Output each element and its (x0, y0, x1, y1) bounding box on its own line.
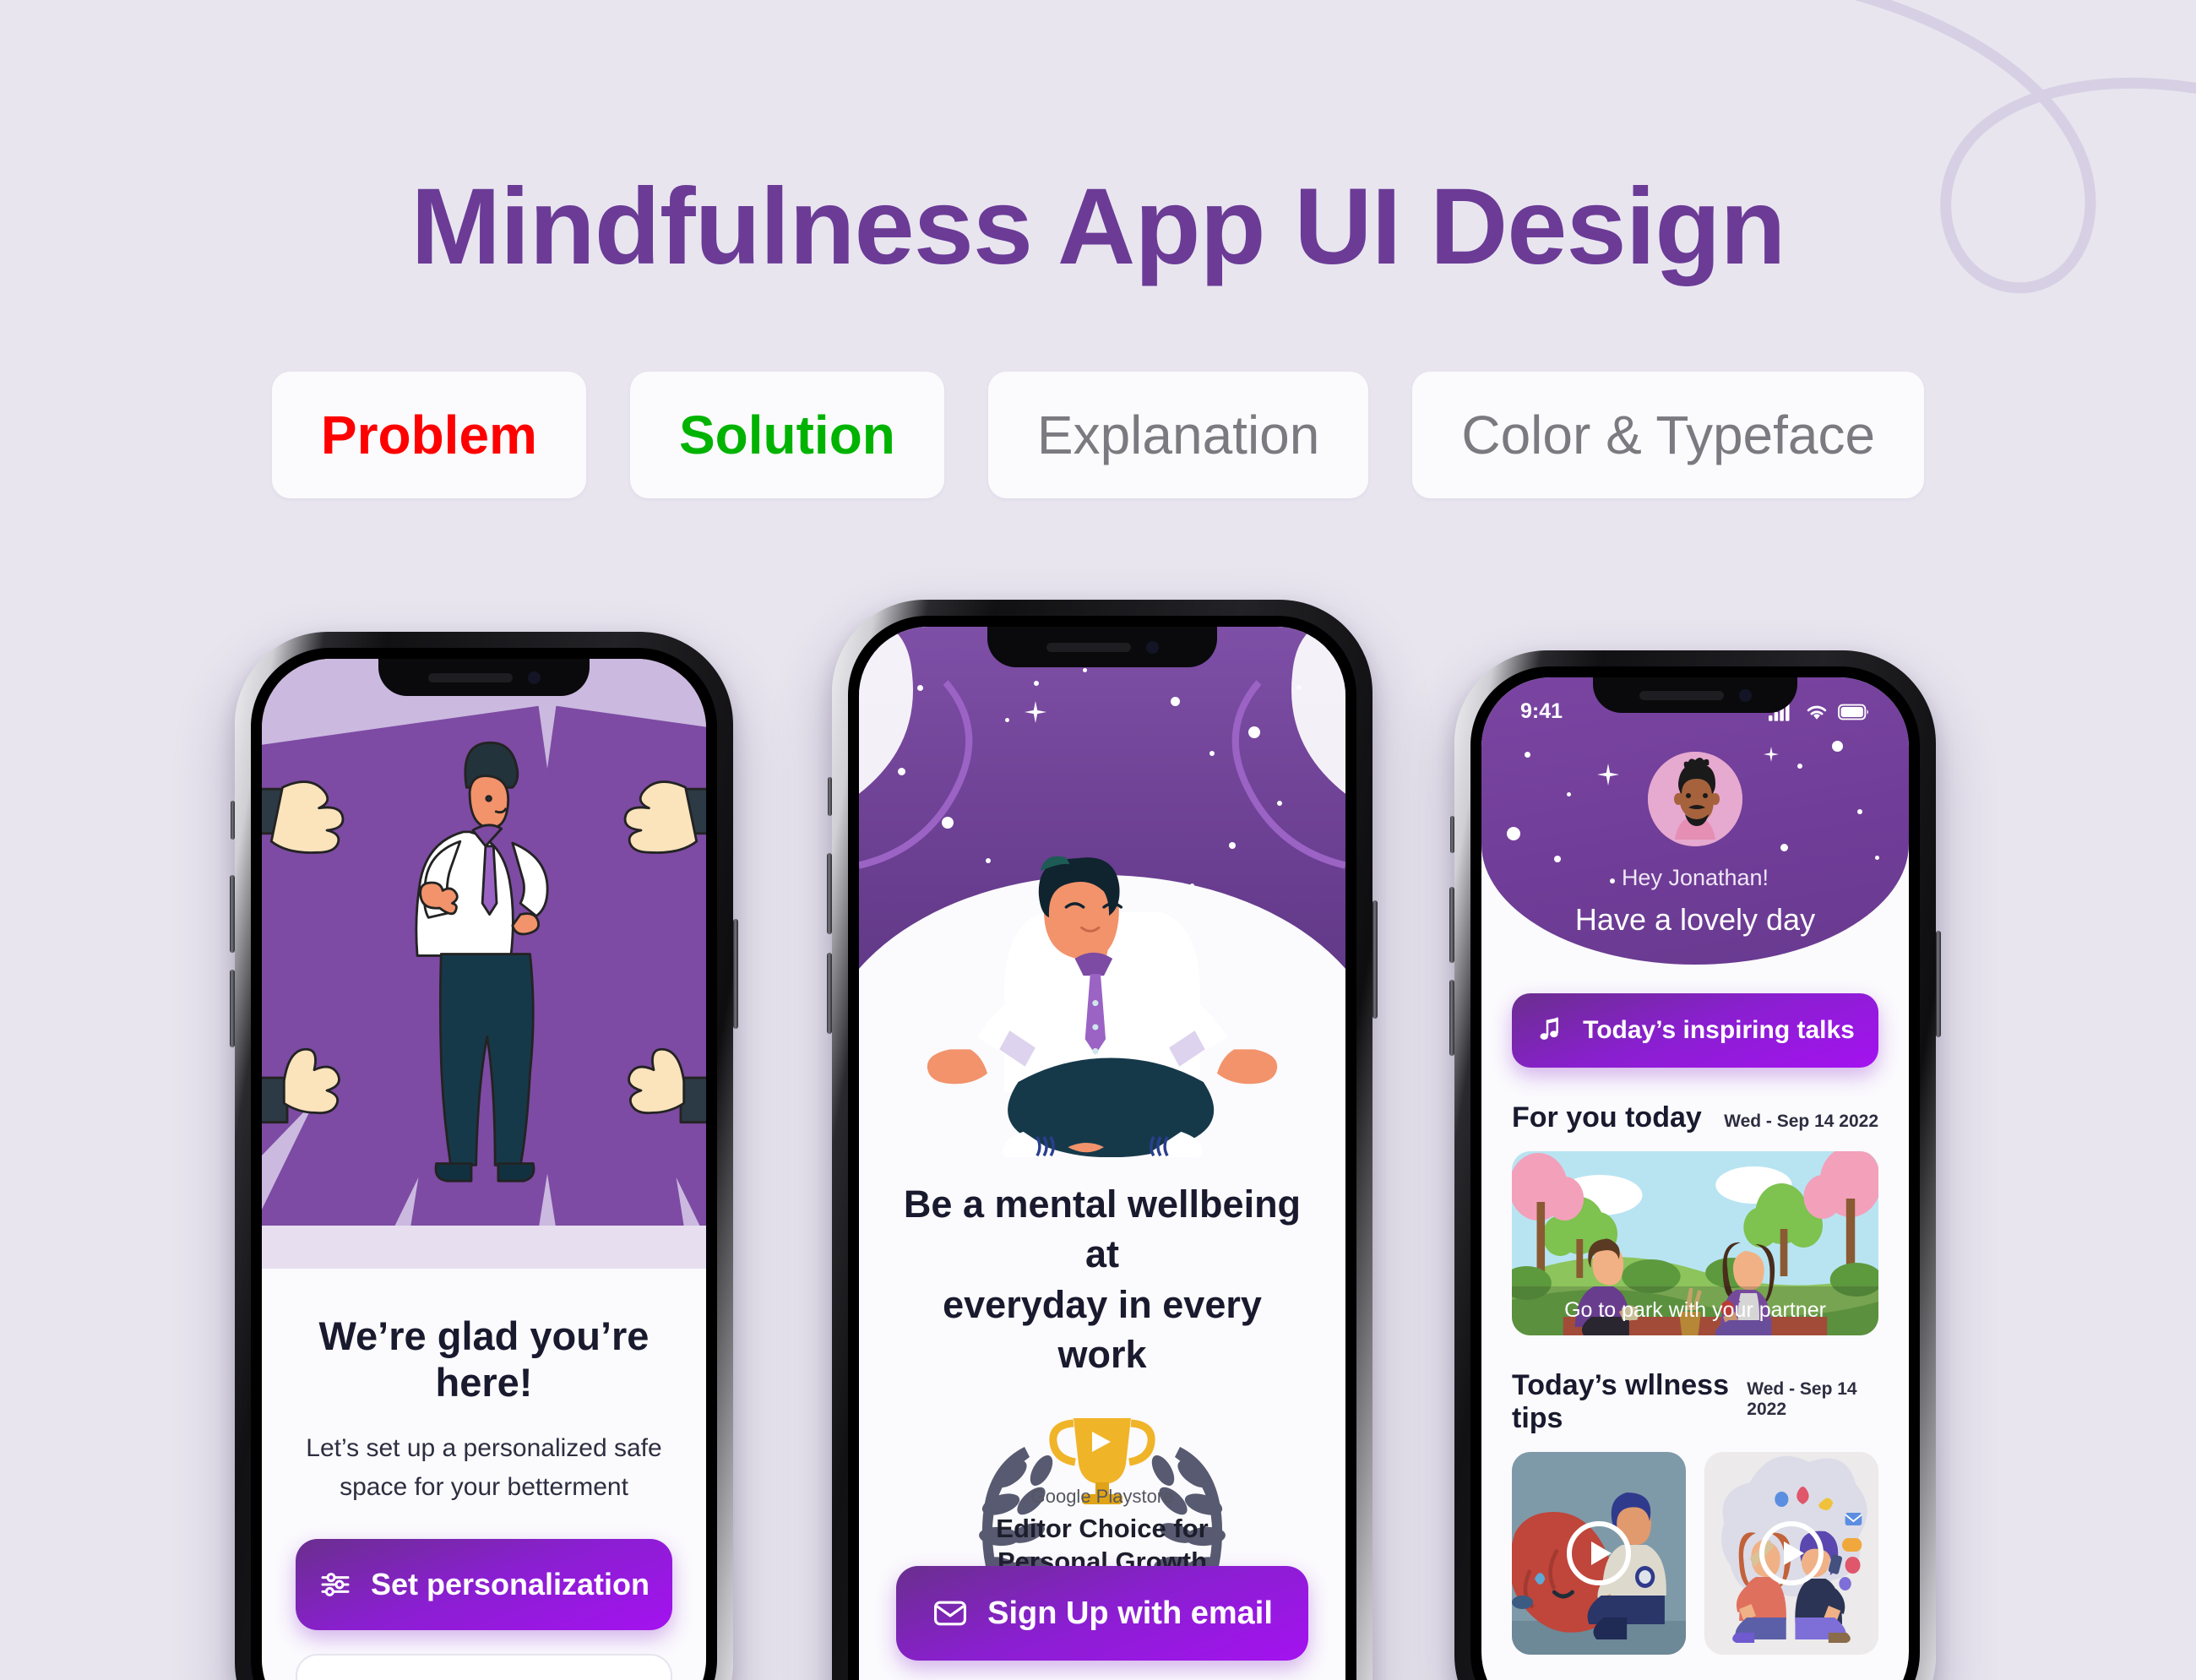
power-button[interactable] (733, 919, 738, 1029)
mute-switch[interactable] (231, 801, 235, 840)
earpiece-speaker (1639, 690, 1724, 700)
todays-inspiring-talks-label: Today’s inspiring talks (1583, 1015, 1855, 1044)
tab-explanation[interactable]: Explanation (987, 372, 1369, 498)
front-camera-icon (1145, 640, 1159, 654)
phone-mockup-onboarding: We’re glad you’re here! Let’s set up a p… (230, 632, 738, 1680)
meditating-person-illustration (927, 856, 1278, 1157)
award-title-line1: Editor Choice for (996, 1514, 1209, 1544)
screen-onboarding: We’re glad you’re here! Let’s set up a p… (262, 659, 706, 1680)
phone-bezel: We’re glad you’re here! Let’s set up a p… (251, 648, 717, 1680)
phone-mockup-signup: Be a mental wellbeing at everyday in eve… (827, 600, 1378, 1680)
notch (378, 659, 590, 696)
sparkle-icon (1596, 763, 1619, 786)
signup-with-email-label: Sign Up with email (987, 1595, 1273, 1631)
music-note-icon (1540, 1017, 1559, 1040)
award-store: Google Playstore (1030, 1486, 1174, 1508)
wifi-icon (1807, 705, 1827, 720)
greeting-tagline: Have a lovely day (1574, 902, 1816, 937)
signup-with-email-button[interactable]: Sign Up with email (896, 1566, 1308, 1661)
earpiece-speaker (427, 672, 513, 682)
battery-icon (1838, 704, 1868, 720)
wellness-tip-card-stress[interactable] (1512, 1451, 1686, 1655)
signup-content: Be a mental wellbeing at everyday in eve… (859, 1156, 1345, 1680)
tab-color-typeface-label: Color & Typeface (1461, 405, 1876, 465)
avatar-illustration (1648, 752, 1742, 846)
tab-explanation-label: Explanation (1036, 405, 1320, 465)
onboarding-subtext-line2: space for your betterment (340, 1473, 628, 1502)
greeting-name: Hey Jonathan! (1621, 865, 1769, 890)
envelope-icon (934, 1601, 967, 1626)
onboarding-heading: We’re glad you’re here! (318, 1313, 650, 1405)
tab-solution[interactable]: Solution (629, 372, 944, 498)
meditation-illustration (859, 627, 1345, 1157)
wellness-tip-card-social[interactable] (1704, 1451, 1878, 1655)
earpiece-speaker (1046, 642, 1131, 652)
home-header: 9:41 Hey Jonathan! Have a lovely day (1481, 677, 1909, 965)
screen-home: 9:41 Hey Jonathan! Have a lovely day Tod… (1481, 677, 1909, 1680)
section-date: Wed - Sep 14 2022 (1747, 1378, 1857, 1419)
front-camera-icon (527, 671, 541, 684)
front-camera-icon (1738, 688, 1752, 702)
play-button[interactable] (1567, 1520, 1631, 1585)
signup-heading: Be a mental wellbeing at everyday in eve… (896, 1179, 1308, 1380)
volume-up-button[interactable] (230, 875, 235, 953)
screen-signup: Be a mental wellbeing at everyday in eve… (859, 627, 1345, 1680)
phone-bezel: 9:41 Hey Jonathan! Have a lovely day Tod… (1470, 666, 1920, 1680)
for-you-today-card[interactable]: Go to park with your partner (1512, 1150, 1878, 1335)
phone-bezel: Be a mental wellbeing at everyday in eve… (848, 616, 1356, 1680)
tab-solution-label: Solution (678, 405, 895, 465)
play-button[interactable] (1759, 1520, 1824, 1585)
sparkle-icon (1763, 746, 1779, 762)
home-content: Today’s inspiring talks For you today We… (1481, 992, 1909, 1655)
signup-heading-line1: Be a mental wellbeing at (903, 1182, 1302, 1276)
mute-switch[interactable] (1450, 816, 1454, 853)
volume-down-button[interactable] (230, 970, 235, 1047)
volume-up-button[interactable] (827, 853, 832, 934)
notch (1593, 677, 1797, 713)
set-personalization-label: Set personalization (370, 1567, 650, 1601)
notch (987, 627, 1217, 667)
volume-down-button[interactable] (827, 953, 832, 1034)
section-date: Wed - Sep 14 2022 (1724, 1111, 1878, 1131)
onboarding-subtext-line1: Let’s set up a personalized safe (306, 1433, 662, 1462)
volume-down-button[interactable] (1449, 980, 1454, 1056)
set-personalization-button[interactable]: Set personalization (296, 1539, 672, 1630)
tab-problem[interactable]: Problem (271, 372, 586, 498)
section-title: Today’s wllness tips (1512, 1368, 1729, 1434)
thumbs-up-man-illustration (262, 741, 706, 1183)
section-header-for-you-today: For you today Wed - Sep 14 2022 (1512, 1101, 1878, 1134)
secondary-action-button[interactable] (296, 1654, 672, 1680)
tab-problem-label: Problem (320, 405, 537, 465)
todays-inspiring-talks-button[interactable]: Today’s inspiring talks (1512, 992, 1878, 1068)
section-title: For you today (1512, 1101, 1702, 1134)
tab-color-typeface[interactable]: Color & Typeface (1412, 372, 1925, 498)
power-button[interactable] (1936, 931, 1941, 1037)
phone-mockup-home: 9:41 Hey Jonathan! Have a lovely day Tod… (1449, 650, 1941, 1680)
section-header-wellness-tips: Today’s wllness tips Wed - Sep 14 2022 (1512, 1369, 1878, 1435)
canvas: Mindfulness App UI Design Problem Soluti… (0, 0, 2196, 1680)
onboarding-illustration (262, 659, 706, 1269)
onboarding-subtext: Let’s set up a personalized safe space f… (296, 1429, 672, 1508)
signup-heading-line2: everyday in every work (943, 1282, 1262, 1377)
page-title: Mindfulness App UI Design (410, 166, 1786, 287)
wellness-tips-row (1512, 1451, 1878, 1655)
power-button[interactable] (1372, 900, 1378, 1019)
volume-up-button[interactable] (1449, 887, 1454, 963)
status-time: 9:41 (1520, 699, 1563, 723)
onboarding-content: We’re glad you’re here! Let’s set up a p… (262, 1268, 706, 1680)
avatar[interactable] (1648, 752, 1742, 846)
tab-bar: Problem Solution Explanation Color & Typ… (0, 372, 2196, 498)
sliders-icon (321, 1573, 350, 1596)
for-you-today-caption: Go to park with your partner (1512, 1286, 1878, 1335)
mute-switch[interactable] (828, 777, 832, 816)
